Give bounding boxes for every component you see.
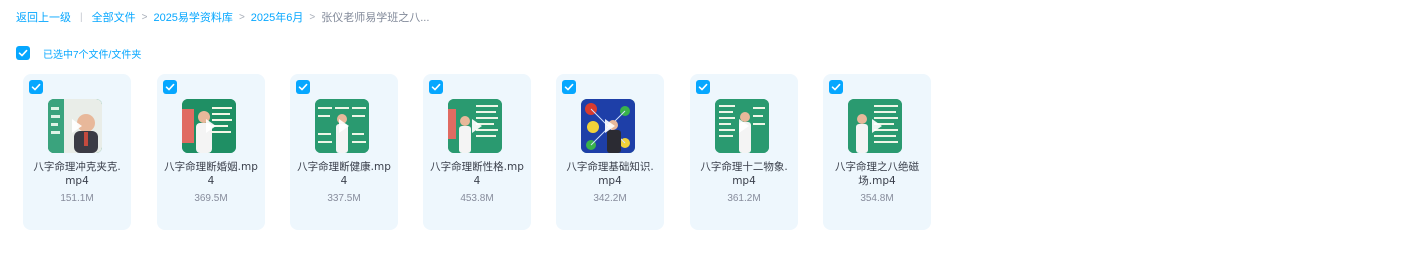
breadcrumb-item-month[interactable]: 2025年6月 [251,9,304,25]
video-thumbnail[interactable] [581,99,635,153]
breadcrumb-item-all-files[interactable]: 全部文件 [92,9,136,25]
breadcrumb-arrow: > [238,11,245,23]
checkmark-icon [831,83,841,91]
file-name: 八字命理冲克夹克.mp4 [33,161,121,187]
checkmark-icon [564,83,574,91]
file-card[interactable]: 八字命理基础知识.mp4 342.2M [556,74,664,230]
file-name: 八字命理断性格.mp4 [430,161,524,187]
file-card[interactable]: 八字命理冲克夹克.mp4 151.1M [23,74,131,230]
file-card[interactable]: 八字命理之八绝磁场.mp4 354.8M [823,74,931,230]
selection-bar: 已选中7个文件/文件夹 [16,45,141,61]
file-card[interactable]: 八字命理断婚姻.mp4 369.5M [157,74,265,230]
selection-count-label: 已选中7个文件/文件夹 [43,49,142,61]
file-size: 337.5M [327,193,361,204]
breadcrumb-arrow: > [141,11,148,23]
file-size: 354.8M [860,193,894,204]
file-size: 369.5M [194,193,228,204]
play-icon [605,119,615,133]
file-card[interactable]: 八字命理断性格.mp4 453.8M [423,74,531,230]
file-checkbox[interactable] [296,80,310,94]
breadcrumb-arrow: > [309,11,316,23]
video-thumbnail[interactable] [715,99,769,153]
file-size: 361.2M [727,193,761,204]
checkmark-icon [31,83,41,91]
file-checkbox[interactable] [696,80,710,94]
checkmark-icon [431,83,441,91]
checkmark-icon [18,49,28,57]
video-thumbnail[interactable] [848,99,902,153]
play-icon [739,119,749,133]
video-thumbnail[interactable] [48,99,102,153]
file-checkbox[interactable] [429,80,443,94]
file-card[interactable]: 八字命理断健康.mp4 337.5M [290,74,398,230]
video-thumbnail[interactable] [182,99,236,153]
file-name: 八字命理断健康.mp4 [297,161,391,187]
play-icon [72,119,82,133]
play-icon [206,119,216,133]
file-size: 453.8M [460,193,494,204]
back-link[interactable]: 返回上一级 [16,9,71,25]
video-thumbnail[interactable] [448,99,502,153]
file-name: 八字命理基础知识.mp4 [566,161,654,187]
file-checkbox[interactable] [829,80,843,94]
checkmark-icon [165,83,175,91]
file-name: 八字命理之八绝磁场.mp4 [835,161,919,187]
file-name: 八字命理断婚姻.mp4 [164,161,258,187]
file-card[interactable]: 八字命理十二物象.mp4 361.2M [690,74,798,230]
breadcrumb: 返回上一级 | 全部文件 > 2025易学资料库 > 2025年6月 > 张仪老… [16,9,429,25]
file-size: 151.1M [60,193,94,204]
select-all-checkbox[interactable] [16,46,30,60]
file-checkbox[interactable] [163,80,177,94]
file-checkbox[interactable] [562,80,576,94]
breadcrumb-current: 张仪老师易学班之八... [321,12,430,24]
file-size: 342.2M [593,193,627,204]
file-checkbox[interactable] [29,80,43,94]
breadcrumb-divider: | [80,11,83,23]
play-icon [339,119,349,133]
file-name: 八字命理十二物象.mp4 [700,161,788,187]
breadcrumb-item-library[interactable]: 2025易学资料库 [153,9,232,25]
play-icon [472,119,482,133]
checkmark-icon [698,83,708,91]
checkmark-icon [298,83,308,91]
video-thumbnail[interactable] [315,99,369,153]
play-icon [872,119,882,133]
